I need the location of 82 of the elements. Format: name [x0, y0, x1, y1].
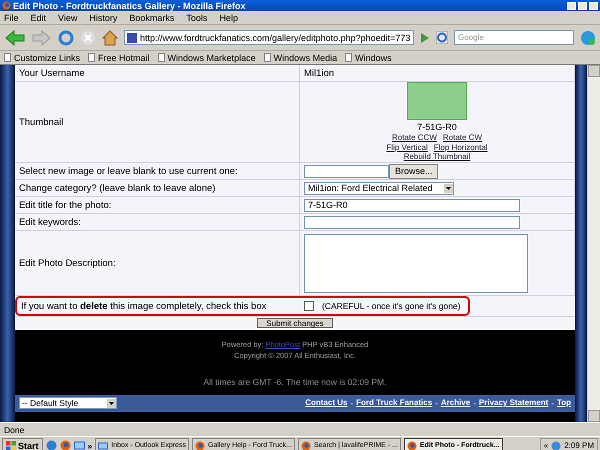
mail-icon[interactable]: [74, 440, 85, 450]
address-field[interactable]: http://www.fordtruckfanatics.com/gallery/editphoto.php?phoedit=773: [124, 30, 414, 45]
clock-text: 2:09 PM: [564, 441, 594, 450]
bookmark-link[interactable]: Windows: [345, 52, 392, 62]
scrollbar[interactable]: [587, 65, 600, 422]
footer-link[interactable]: Archive: [440, 398, 470, 408]
field-label: Thumbnail: [18, 116, 64, 128]
text-field[interactable]: [304, 216, 520, 228]
search-field[interactable]: Google: [454, 30, 574, 45]
window-title: Edit Photo - Fordtruckfanatics Gallery - Mozilla Firefox: [13, 0, 247, 10]
separator-text: -: [551, 398, 554, 408]
warning-note: (CAREFUL - once it's gone it's gone): [322, 301, 460, 311]
thumbnail-caption: 7-51G-R0: [417, 122, 457, 134]
file-input[interactable]: [304, 164, 389, 178]
bookmark-link[interactable]: Free Hotmail: [88, 52, 150, 62]
page-icon: [88, 53, 96, 62]
photo-placeholder: [406, 82, 467, 120]
browse-button[interactable]: Browse...: [388, 164, 438, 178]
status-text: Done: [4, 424, 24, 434]
footer-link[interactable]: Privacy Statement: [478, 398, 548, 408]
menu-item[interactable]: History: [89, 12, 118, 22]
field-label: Edit title for the photo:: [18, 200, 112, 210]
page-icon: [264, 53, 271, 62]
dropdown-arrow-icon: [444, 184, 453, 192]
maximize-button[interactable]: [578, 2, 587, 10]
firefox-icon: [300, 440, 311, 450]
page-icon: [4, 53, 11, 62]
link[interactable]: Rotate CCW: [392, 133, 437, 143]
menu-item[interactable]: View: [58, 12, 78, 22]
page-icon: [158, 53, 165, 62]
field-value: Mil1ion: [304, 68, 334, 78]
field-label: Edit Photo Description:: [18, 258, 116, 268]
field-label: Change category? (leave blank to leave alone): [18, 182, 216, 194]
bookmark-link[interactable]: Windows Marketplace: [158, 52, 256, 62]
submit-button[interactable]: Submit changes: [257, 318, 333, 328]
forward-arrow-icon[interactable]: [32, 30, 52, 46]
timezone-text: All times are GMT -6. The time now is 02:09 PM.: [204, 376, 386, 386]
start-button[interactable]: Start: [2, 438, 43, 450]
back-arrow-icon[interactable]: [4, 30, 26, 46]
minimize-button[interactable]: [567, 2, 576, 10]
page-icon: [127, 32, 137, 42]
link[interactable]: Flip Vertical: [386, 142, 428, 152]
bookmark-link[interactable]: Customize Links: [4, 52, 80, 62]
page-icon: [345, 53, 352, 62]
link[interactable]: Flop Horizontal: [434, 142, 488, 152]
description-field[interactable]: [304, 234, 528, 292]
separator-text: -: [473, 398, 476, 408]
style-select[interactable]: -- Default Style: [18, 397, 117, 409]
more-button[interactable]: »: [88, 440, 92, 450]
field-label: Your Username: [18, 68, 85, 78]
home-icon[interactable]: [102, 30, 118, 46]
firefox-icon: [2, 1, 11, 10]
separator-text: -: [435, 398, 438, 408]
windows-logo-icon: [6, 440, 16, 450]
mail-icon: [98, 440, 108, 450]
go-icon[interactable]: [420, 32, 430, 42]
firefox-icon: [194, 440, 205, 450]
reload-icon[interactable]: [58, 30, 74, 46]
menu-item[interactable]: Tools: [186, 12, 208, 22]
link[interactable]: Rebuild Thumbnail: [404, 152, 470, 162]
dropdown-arrow-icon: [106, 398, 116, 408]
bookmark-link[interactable]: Windows Media: [264, 52, 338, 62]
delete-checkbox[interactable]: [304, 301, 314, 311]
menu-item[interactable]: Help: [219, 12, 238, 22]
stop-icon[interactable]: [80, 30, 96, 46]
text-field[interactable]: 7-51G-R0: [304, 198, 520, 212]
firefox-icon[interactable]: [60, 440, 71, 450]
footer-link[interactable]: Top: [556, 398, 572, 408]
menu-item[interactable]: Bookmarks: [129, 12, 174, 22]
field-label: Edit keywords:: [18, 216, 81, 228]
close-button[interactable]: [589, 2, 598, 10]
category-select[interactable]: Mil1ion: Ford Electrical Related: [304, 182, 454, 194]
footer-link[interactable]: Ford Truck Fanatics: [356, 398, 432, 408]
field-label: Select new image or leave blank to use current one:: [18, 166, 238, 176]
separator-text: -: [350, 398, 354, 408]
tray-expand-button[interactable]: «: [544, 441, 548, 450]
firefox-icon: [406, 440, 417, 450]
field-label: If you want to delete this image completely, check this box: [20, 300, 266, 312]
link[interactable]: Rotate CW: [442, 133, 482, 143]
menu-item[interactable]: Edit: [30, 12, 46, 22]
footer-link[interactable]: Contact Us: [305, 398, 348, 408]
menu-item[interactable]: File: [4, 12, 19, 22]
